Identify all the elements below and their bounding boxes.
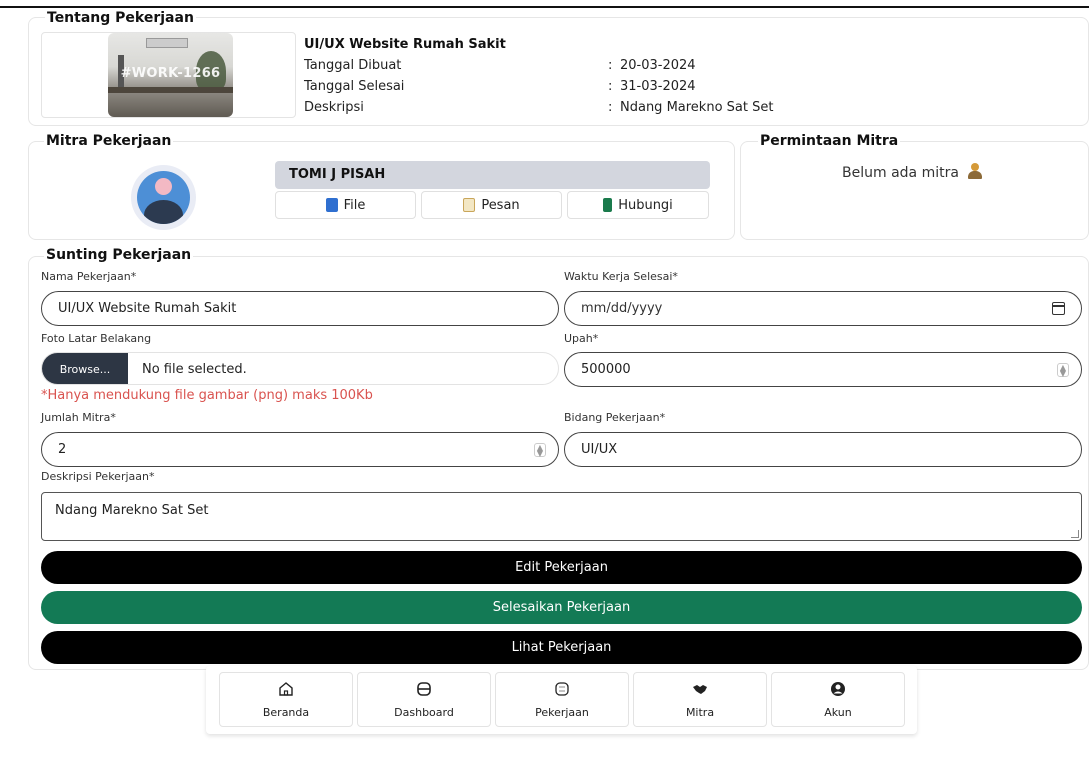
description-value: Ndang Marekno Sat Set xyxy=(620,100,774,115)
finished-sep: : xyxy=(608,79,613,94)
wall-art xyxy=(146,38,188,48)
mitra-title: Mitra Pekerjaan xyxy=(44,132,174,150)
waktu-label: Waktu Kerja Selesai* xyxy=(564,270,678,283)
jumlah-input[interactable]: 2 ▲ ▼ xyxy=(41,432,559,467)
permintaan-empty-text: Belum ada mitra xyxy=(842,165,959,181)
selesaikan-button[interactable]: Selesaikan Pekerjaan xyxy=(41,591,1082,624)
browse-button[interactable]: Browse... xyxy=(42,353,128,384)
deskripsi-label: Deskripsi Pekerjaan* xyxy=(41,470,155,483)
created-label: Tanggal Dibuat xyxy=(304,58,402,73)
nama-label: Nama Pekerjaan* xyxy=(41,270,137,283)
download-icon xyxy=(325,198,338,212)
account-icon xyxy=(831,682,845,696)
pesan-button[interactable]: Pesan xyxy=(421,191,562,219)
avatar-body xyxy=(144,200,183,224)
upah-stepper[interactable]: ▲ ▼ xyxy=(1057,363,1069,378)
created-sep: : xyxy=(608,58,613,73)
permintaan-empty: Belum ada mitra xyxy=(842,163,983,183)
finished-label: Tanggal Selesai xyxy=(304,79,405,94)
pesan-button-label: Pesan xyxy=(481,197,520,213)
upah-input[interactable]: 500000 ▲ ▼ xyxy=(564,352,1082,387)
description-sep: : xyxy=(608,100,613,115)
bidang-input[interactable]: UI/UX xyxy=(564,432,1082,467)
avatar-head xyxy=(155,178,172,195)
bidang-label: Bidang Pekerjaan* xyxy=(564,411,666,424)
waktu-date-input[interactable]: mm/dd/yyyy xyxy=(564,291,1082,326)
jumlah-stepper[interactable]: ▲ ▼ xyxy=(534,443,546,458)
resize-handle[interactable] xyxy=(1071,530,1079,538)
file-status: No file selected. xyxy=(142,362,247,377)
nav-akun[interactable]: Akun xyxy=(771,672,905,727)
nav-mitra-label: Mitra xyxy=(685,706,715,719)
home-icon xyxy=(279,682,293,696)
handshake-icon xyxy=(693,685,707,694)
avatar xyxy=(131,165,196,230)
nav-akun-label: Akun xyxy=(824,706,852,719)
sunting-title: Sunting Pekerjaan xyxy=(44,246,194,264)
top-divider xyxy=(0,6,1089,8)
nav-beranda[interactable]: Beranda xyxy=(219,672,353,727)
upah-value: 500000 xyxy=(581,362,631,377)
tentang-title: Tentang Pekerjaan xyxy=(45,9,196,27)
permintaan-card xyxy=(740,141,1089,240)
hubungi-button[interactable]: Hubungi xyxy=(567,191,709,219)
pekerjaan-icon xyxy=(555,682,569,696)
waktu-placeholder: mm/dd/yyyy xyxy=(581,301,663,316)
upah-label: Upah* xyxy=(564,332,599,345)
job-code: #WORK-1266 xyxy=(120,66,221,81)
jumlah-value: 2 xyxy=(58,442,67,457)
nav-pekerjaan-label: Pekerjaan xyxy=(535,706,589,719)
job-title: UI/UX Website Rumah Sakit xyxy=(304,37,506,52)
jumlah-label: Jumlah Mitra* xyxy=(41,411,116,424)
calendar-icon[interactable] xyxy=(1052,302,1065,315)
foto-label: Foto Latar Belakang xyxy=(41,332,152,345)
dashboard-icon xyxy=(417,682,431,696)
nav-pekerjaan[interactable]: Pekerjaan xyxy=(495,672,629,727)
foto-file-input[interactable]: Browse... No file selected. xyxy=(41,352,559,385)
hubungi-button-label: Hubungi xyxy=(618,197,673,213)
deskripsi-value: Ndang Marekno Sat Set xyxy=(55,503,209,518)
edit-button[interactable]: Edit Pekerjaan xyxy=(41,551,1082,584)
nav-dashboard[interactable]: Dashboard xyxy=(357,672,491,727)
job-thumbnail: #WORK-1266 xyxy=(108,33,233,117)
phone-icon xyxy=(603,198,613,212)
nav-dashboard-label: Dashboard xyxy=(394,706,454,719)
finished-value: 31-03-2024 xyxy=(620,79,696,94)
nama-input[interactable]: UI/UX Website Rumah Sakit xyxy=(41,291,559,326)
desk-shape xyxy=(108,87,233,93)
lihat-button[interactable]: Lihat Pekerjaan xyxy=(41,631,1082,664)
created-value: 20-03-2024 xyxy=(620,58,696,73)
avatar-circle xyxy=(137,171,190,224)
file-button[interactable]: File xyxy=(275,191,416,219)
deskripsi-textarea[interactable]: Ndang Marekno Sat Set xyxy=(41,492,1082,541)
description-label: Deskripsi xyxy=(304,100,364,115)
permintaan-title: Permintaan Mitra xyxy=(758,132,901,150)
foto-hint: *Hanya mendukung file gambar (png) maks … xyxy=(41,388,373,403)
person-icon xyxy=(967,163,983,179)
nav-mitra[interactable]: Mitra xyxy=(633,672,767,727)
file-button-label: File xyxy=(343,197,366,213)
mitra-name: TOMI J PISAH xyxy=(275,161,710,189)
memo-icon xyxy=(463,198,476,212)
bottom-nav: Beranda Dashboard Pekerjaan Mitra Akun xyxy=(206,666,917,734)
nav-beranda-label: Beranda xyxy=(262,706,310,719)
